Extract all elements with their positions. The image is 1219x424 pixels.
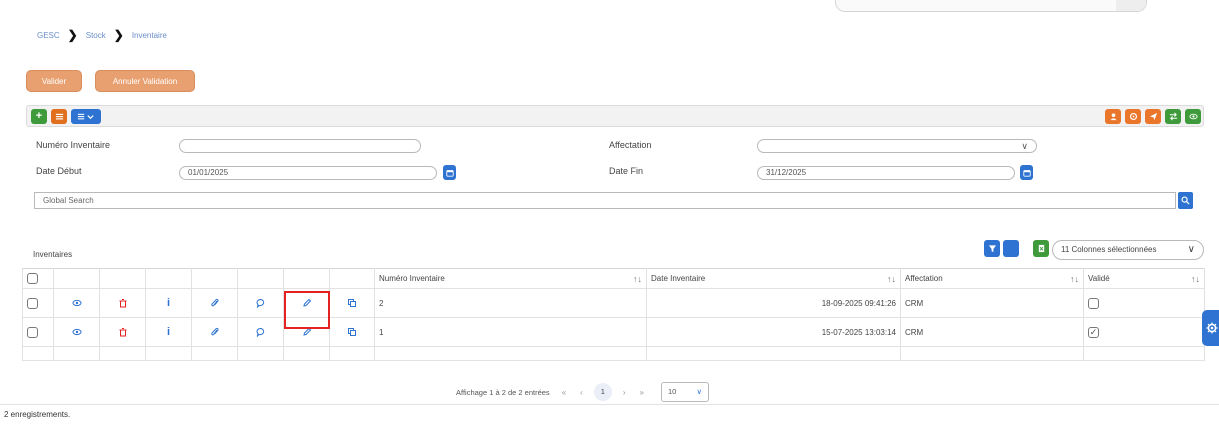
page-size-select[interactable]: 10 ∨ [660, 382, 709, 402]
pagination-summary: Affichage 1 à 2 de 2 entrées [456, 387, 550, 397]
info-icon[interactable]: i [150, 326, 187, 338]
calendar-icon[interactable] [443, 165, 456, 180]
columns-select-value: 11 Colonnes sélectionnées [1061, 245, 1157, 254]
send-icon[interactable] [1145, 109, 1161, 124]
cell-affectation: CRM [900, 317, 1084, 347]
export-excel-icon[interactable] [1033, 240, 1049, 257]
table-row-empty [22, 346, 1205, 361]
users-icon[interactable] [1105, 109, 1121, 124]
duplicate-icon[interactable] [334, 327, 370, 337]
date-fin-input[interactable]: 31/12/2025 [757, 166, 1015, 180]
divider [0, 404, 1219, 405]
delete-icon[interactable] [104, 298, 141, 308]
affectation-select[interactable]: ∨ [757, 139, 1037, 153]
last-page-icon[interactable]: » [639, 388, 643, 397]
date-fin-label: Date Fin [609, 166, 644, 176]
duplicate-icon[interactable] [334, 298, 370, 308]
list-icon[interactable] [51, 109, 67, 124]
valider-button[interactable]: Valider [26, 70, 82, 92]
cell-affectation: CRM [900, 288, 1084, 318]
breadcrumb-stock[interactable]: Stock [86, 31, 106, 40]
cell-numero: 2 [374, 288, 647, 318]
view-icon[interactable] [58, 298, 95, 308]
filter-icon[interactable] [984, 240, 1000, 257]
header-date-inventaire[interactable]: Date Inventaire ↑↓ [646, 268, 901, 289]
chevron-down-icon: ∨ [696, 387, 702, 396]
comment-icon[interactable] [242, 298, 279, 308]
inventaires-table: Numéro Inventaire ↑↓ Date Inventaire ↑↓ Af… [22, 268, 1205, 361]
sort-icon[interactable]: ↑↓ [1070, 274, 1079, 284]
sort-icon[interactable]: ↑↓ [1191, 274, 1200, 284]
annuler-validation-button[interactable]: Annuler Validation [95, 70, 195, 92]
attachment-icon[interactable] [196, 327, 233, 337]
inventaires-title: Inventaires [33, 250, 73, 259]
valide-checkbox-checked[interactable]: ✓ [1088, 326, 1099, 338]
top-search-pill[interactable] [835, 0, 1147, 12]
select-all-checkbox[interactable] [27, 273, 38, 284]
header-valide[interactable]: Validé ↑↓ [1083, 268, 1205, 289]
breadcrumb-inventaire: Inventaire [131, 30, 167, 40]
breadcrumb-gesc[interactable]: GESC [37, 31, 60, 40]
breadcrumb: GESC ❯ Stock ❯ Inventaire [37, 28, 167, 42]
valide-checkbox[interactable] [1088, 297, 1099, 309]
view-icon[interactable] [1185, 109, 1201, 124]
row-checkbox[interactable] [27, 297, 38, 309]
columns-select[interactable]: 11 Colonnes sélectionnées ∨ [1052, 240, 1204, 260]
table-row[interactable]: i 1 15-07-2025 13:03:14 CRM ✓ [22, 317, 1205, 347]
table-row[interactable]: i 2 18-09-2025 09:41:26 CRM [22, 288, 1205, 318]
page-size-value: 10 [667, 387, 677, 396]
prev-page-icon[interactable]: ‹ [580, 388, 583, 397]
header-numero-inventaire[interactable]: Numéro Inventaire ↑↓ [374, 268, 647, 289]
date-debut-label: Date Début [36, 166, 82, 176]
table-header-row: Numéro Inventaire ↑↓ Date Inventaire ↑↓ Af… [22, 268, 1205, 289]
current-page[interactable]: 1 [593, 383, 612, 401]
header-affectation[interactable]: Affectation ↑↓ [900, 268, 1084, 289]
blank-action-button[interactable] [1003, 240, 1019, 257]
settings-icon[interactable] [1125, 109, 1141, 124]
row-checkbox[interactable] [27, 326, 38, 338]
cell-date: 18-09-2025 09:41:26 [646, 288, 901, 318]
search-icon[interactable] [1178, 192, 1193, 209]
chevron-down-icon: ∨ [1021, 141, 1028, 151]
transfer-icon[interactable] [1165, 109, 1181, 124]
menu-dropdown-button[interactable] [71, 109, 101, 124]
numero-inventaire-label: Numéro Inventaire [36, 140, 111, 150]
date-debut-input[interactable]: 01/01/2025 [179, 166, 437, 180]
pagination: Affichage 1 à 2 de 2 entrées « ‹ 1 › » 1… [456, 380, 709, 404]
select-all-cell [22, 268, 54, 289]
cell-numero: 1 [374, 317, 647, 347]
comment-icon[interactable] [242, 327, 279, 337]
cell-date: 15-07-2025 13:03:14 [646, 317, 901, 347]
toolbar: + [26, 105, 1204, 127]
settings-gear-icon[interactable] [1202, 310, 1219, 346]
numero-inventaire-input[interactable] [179, 139, 421, 153]
first-page-icon[interactable]: « [562, 388, 566, 397]
add-icon[interactable]: + [31, 109, 47, 124]
top-pill-segment [1116, 0, 1146, 11]
sort-icon[interactable]: ↑↓ [633, 274, 642, 284]
attachment-icon[interactable] [196, 298, 233, 308]
calendar-icon[interactable] [1020, 165, 1033, 180]
chevron-right-icon: ❯ [113, 28, 124, 42]
affectation-label: Affectation [609, 140, 652, 150]
next-page-icon[interactable]: › [623, 388, 626, 397]
sort-icon[interactable]: ↑↓ [887, 274, 896, 284]
info-icon[interactable]: i [150, 297, 187, 309]
chevron-right-icon: ❯ [67, 28, 78, 42]
edit-highlight-box [284, 291, 330, 329]
records-count: 2 enregistrements. [4, 410, 71, 419]
global-search-input[interactable]: Global Search [34, 192, 1176, 209]
chevron-down-icon: ∨ [1187, 244, 1195, 255]
delete-icon[interactable] [104, 327, 141, 337]
view-icon[interactable] [58, 327, 95, 337]
